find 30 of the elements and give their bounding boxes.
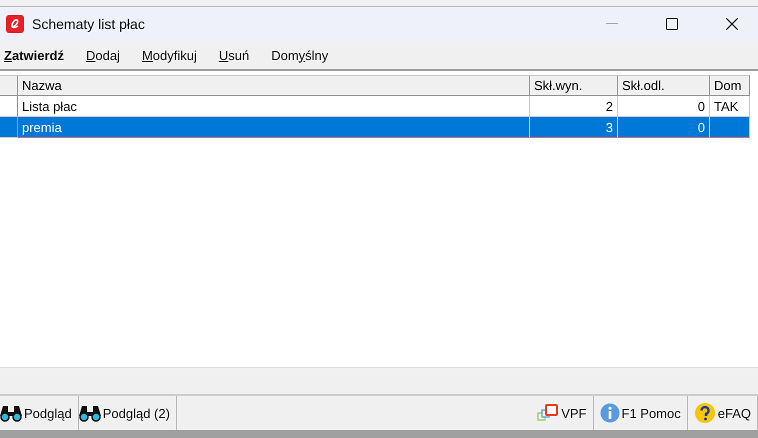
menu-item[interactable]: Domyślny — [271, 48, 328, 62]
column-header[interactable]: Dom — [710, 75, 750, 96]
table-cell: 3 — [530, 117, 618, 138]
window-title: Schematy list płac — [32, 16, 146, 32]
menu-item[interactable]: Modyfikuj — [142, 48, 197, 62]
preview-button[interactable]: Podgląd — [0, 396, 79, 430]
table-cell — [710, 117, 750, 138]
menu-item[interactable]: Usuń — [218, 48, 250, 62]
screens-icon — [537, 404, 560, 422]
preview-button[interactable]: Podgląd (2) — [78, 396, 177, 430]
maximize-icon — [666, 18, 678, 30]
binoculars-icon — [0, 404, 22, 422]
table-cell: TAK — [710, 96, 750, 117]
table-cell: 0 — [618, 117, 710, 138]
corner-header — [0, 75, 18, 96]
table-cell: 2 — [530, 96, 618, 117]
minimize-icon — [606, 23, 618, 25]
column-header[interactable]: Nazwa — [18, 75, 530, 96]
menu-item[interactable]: Zatwierdź — [4, 48, 64, 62]
column-header[interactable]: Skł.wyn. — [530, 75, 618, 96]
close-icon — [726, 18, 738, 30]
info-icon — [600, 403, 620, 423]
table-cell: Lista płac — [18, 96, 530, 117]
table-cell: premia — [18, 117, 530, 138]
binoculars-icon — [78, 404, 101, 422]
app-logo-icon — [6, 15, 24, 33]
menu-item[interactable]: Dodaj — [86, 48, 120, 62]
column-header[interactable]: Skł.odl. — [618, 75, 710, 96]
help-icon — [694, 402, 716, 424]
table-cell: 0 — [618, 96, 710, 117]
